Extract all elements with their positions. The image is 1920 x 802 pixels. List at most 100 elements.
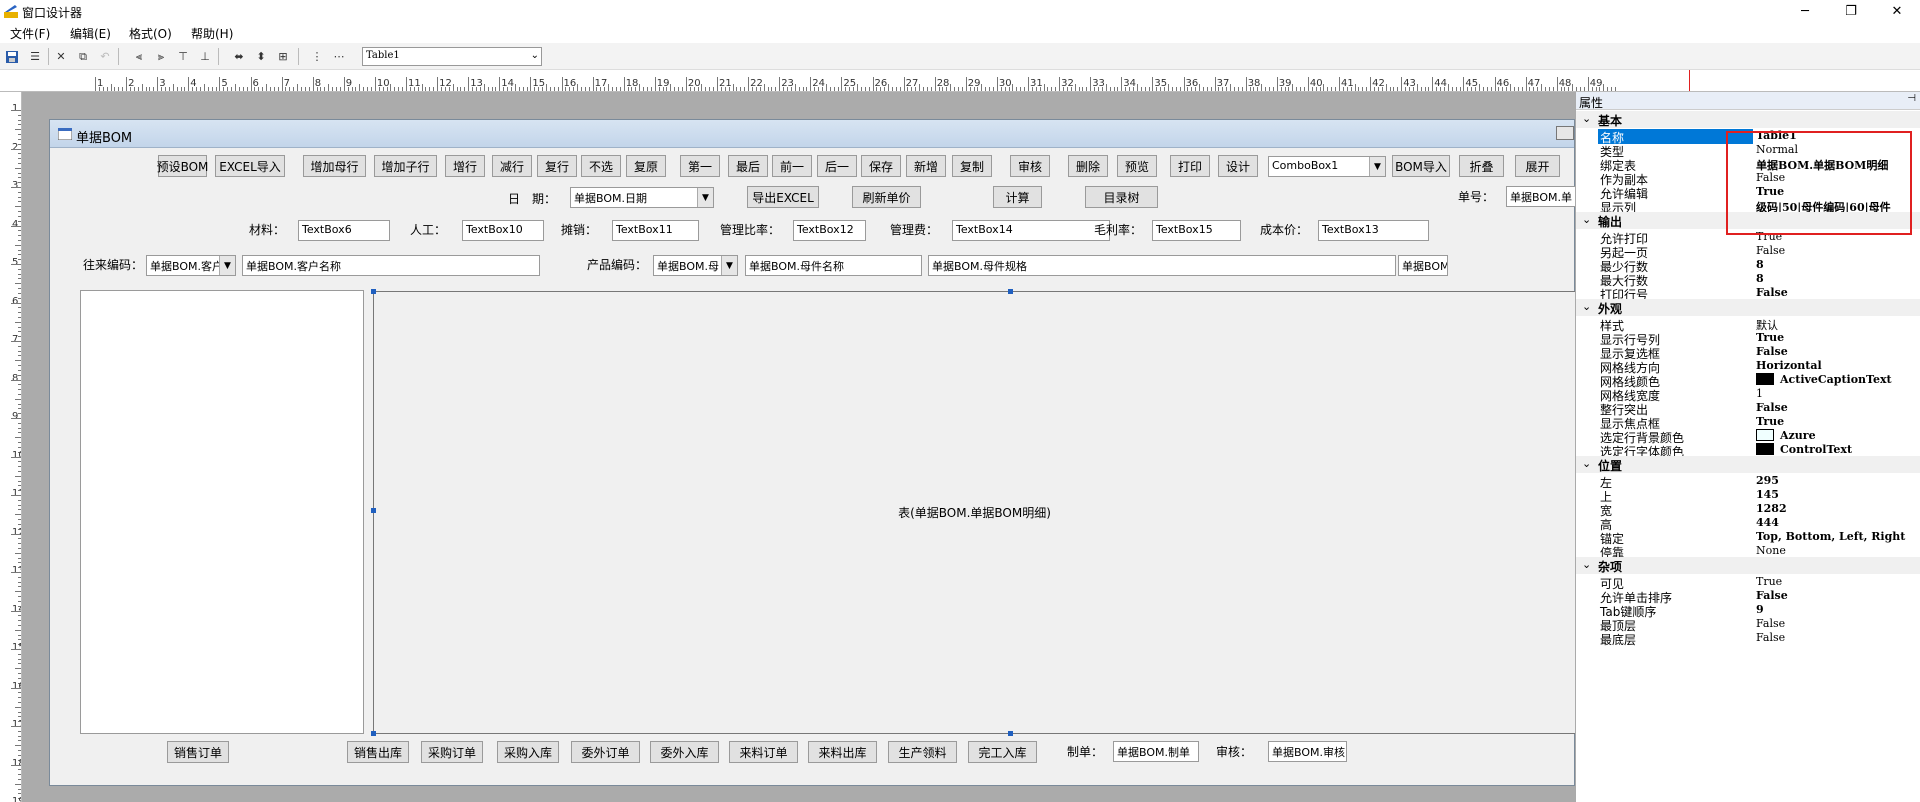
date-combo[interactable]: 单据BOM.日期 ▼ <box>570 187 714 208</box>
doc-no-field[interactable]: 单据BOM.单 <box>1506 186 1576 207</box>
align-bottom-icon[interactable]: ⊥ <box>196 48 214 65</box>
add-parent-row-button[interactable]: 增加母行 <box>303 155 366 177</box>
property-value[interactable]: True <box>1756 331 1920 344</box>
calculate-button[interactable]: 计算 <box>993 186 1042 208</box>
property-value[interactable]: False <box>1756 244 1920 257</box>
outsource-order-button[interactable]: 委外订单 <box>571 741 640 763</box>
detail-table[interactable]: 表(单据BOM.单据BOM明细) <box>373 291 1576 734</box>
menu-help[interactable]: 帮助(H) <box>191 25 233 42</box>
extra-field[interactable]: 单据BOM. <box>1398 255 1448 276</box>
resize-handle[interactable] <box>371 508 376 513</box>
collapse-chevron-icon[interactable]: ⌄ <box>1582 112 1591 125</box>
minimize-icon[interactable]: ─ <box>1782 0 1828 22</box>
excel-import-button[interactable]: EXCEL导入 <box>215 155 285 177</box>
property-value[interactable]: False <box>1756 589 1920 602</box>
maker-field[interactable]: 单据BOM.制单 <box>1113 741 1199 762</box>
copy-icon[interactable]: ⧉ <box>74 48 92 65</box>
resize-handle[interactable] <box>1008 289 1013 294</box>
designed-form[interactable]: 单据BOM 预设BOM EXCEL导入 增加母行 增加子行 增行 减行 复行 不… <box>49 119 1576 786</box>
preset-bom-button[interactable]: 预设BOM <box>157 155 208 177</box>
property-value[interactable]: False <box>1756 631 1920 644</box>
property-value[interactable]: 145 <box>1756 488 1920 501</box>
property-category[interactable]: ⌄ 基本 <box>1576 111 1920 128</box>
previous-button[interactable]: 前一 <box>772 155 812 177</box>
resize-handle[interactable] <box>371 731 376 736</box>
delete-icon[interactable]: ✕ <box>52 48 70 65</box>
delete-button[interactable]: 删除 <box>1068 155 1108 177</box>
audit-button[interactable]: 审核 <box>1010 155 1050 177</box>
save-icon[interactable] <box>3 48 21 65</box>
property-value[interactable]: 1282 <box>1756 502 1920 515</box>
property-value[interactable]: 9 <box>1756 603 1920 616</box>
fold-button[interactable]: 折叠 <box>1459 155 1504 177</box>
combobox1[interactable]: ComboBox1 ▼ <box>1268 156 1386 177</box>
duplicate-row-button[interactable]: 复行 <box>537 155 577 177</box>
property-value[interactable]: Azure <box>1756 429 1920 442</box>
property-category[interactable]: ⌄ 外观 <box>1576 299 1920 316</box>
undo-icon[interactable]: ↶ <box>96 48 114 65</box>
purchase-inbound-button[interactable]: 采购入库 <box>497 741 559 763</box>
expand-button[interactable]: 展开 <box>1515 155 1560 177</box>
catalog-tree-button[interactable]: 目录树 <box>1085 186 1158 208</box>
property-value[interactable]: False <box>1756 345 1920 358</box>
next-button[interactable]: 后一 <box>817 155 857 177</box>
incoming-order-button[interactable]: 来料订单 <box>729 741 798 763</box>
remove-row-button[interactable]: 减行 <box>492 155 532 177</box>
preview-button[interactable]: 预览 <box>1117 155 1157 177</box>
partner-code-combo[interactable]: 单据BOM.客户 ▼ <box>146 255 236 276</box>
copy-button[interactable]: 复制 <box>952 155 992 177</box>
print-button[interactable]: 打印 <box>1170 155 1210 177</box>
left-list-panel[interactable] <box>80 290 364 734</box>
same-width-icon[interactable]: ⬌ <box>230 48 248 65</box>
export-excel-button[interactable]: 导出EXCEL <box>747 186 819 208</box>
cost-price-field[interactable]: TextBox13 <box>1318 220 1429 241</box>
collapse-chevron-icon[interactable]: ⌄ <box>1582 300 1591 313</box>
property-row[interactable]: 最底层 False <box>1576 630 1920 647</box>
chevron-down-icon[interactable]: ▼ <box>697 188 713 207</box>
add-row-button[interactable]: 增行 <box>445 155 485 177</box>
gross-margin-field[interactable]: TextBox15 <box>1152 220 1241 241</box>
property-value[interactable]: 444 <box>1756 516 1920 529</box>
design-button[interactable]: 设计 <box>1218 155 1258 177</box>
same-height-icon[interactable]: ⬍ <box>252 48 270 65</box>
add-child-row-button[interactable]: 增加子行 <box>374 155 437 177</box>
save-button[interactable]: 保存 <box>861 155 901 177</box>
labor-field[interactable]: TextBox10 <box>462 220 544 241</box>
outsource-inbound-button[interactable]: 委外入库 <box>650 741 719 763</box>
new-button[interactable]: 新增 <box>906 155 946 177</box>
first-button[interactable]: 第一 <box>680 155 720 177</box>
property-value[interactable]: False <box>1756 617 1920 630</box>
property-value[interactable]: 295 <box>1756 474 1920 487</box>
property-value[interactable]: Top, Bottom, Left, Right <box>1756 530 1920 543</box>
collapse-chevron-icon[interactable]: ⌄ <box>1582 558 1591 571</box>
align-top-icon[interactable]: ⊤ <box>174 48 192 65</box>
material-field[interactable]: TextBox6 <box>298 220 390 241</box>
property-category[interactable]: ⌄ 杂项 <box>1576 557 1920 574</box>
property-value[interactable]: False <box>1756 401 1920 414</box>
restore-button[interactable]: 复原 <box>626 155 666 177</box>
property-value[interactable]: Horizontal <box>1756 359 1920 372</box>
chevron-down-icon[interactable]: ▼ <box>721 256 737 275</box>
incoming-outbound-button[interactable]: 来料出库 <box>808 741 877 763</box>
resize-handle[interactable] <box>371 289 376 294</box>
chevron-down-icon[interactable]: ▼ <box>1369 157 1385 176</box>
property-value[interactable]: 1 <box>1756 387 1920 400</box>
menu-file[interactable]: 文件(F) <box>10 25 50 42</box>
sales-outbound-button[interactable]: 销售出库 <box>347 741 409 763</box>
close-icon[interactable]: ✕ <box>1874 0 1920 22</box>
object-selector-combo[interactable]: Table1 ⌄ <box>362 47 542 66</box>
parent-spec-field[interactable]: 单据BOM.母件规格 <box>928 255 1396 276</box>
product-code-combo[interactable]: 单据BOM.母 ▼ <box>653 255 738 276</box>
collapse-chevron-icon[interactable]: ⌄ <box>1582 213 1591 226</box>
refresh-price-button[interactable]: 刷新单价 <box>852 186 921 208</box>
property-value[interactable]: ActiveCaptionText <box>1756 373 1920 386</box>
completion-inbound-button[interactable]: 完工入库 <box>968 741 1037 763</box>
production-issue-button[interactable]: 生产领料 <box>888 741 957 763</box>
align-right-icon[interactable]: ⫸ <box>152 48 170 65</box>
partner-name-field[interactable]: 单据BOM.客户名称 <box>242 255 540 276</box>
parent-name-field[interactable]: 单据BOM.母件名称 <box>745 255 922 276</box>
property-value[interactable]: False <box>1756 286 1920 299</box>
properties-icon[interactable]: ☰ <box>26 48 44 65</box>
chevron-down-icon[interactable]: ▼ <box>219 256 235 275</box>
center-horizontal-icon[interactable]: ⋯ <box>330 48 348 65</box>
